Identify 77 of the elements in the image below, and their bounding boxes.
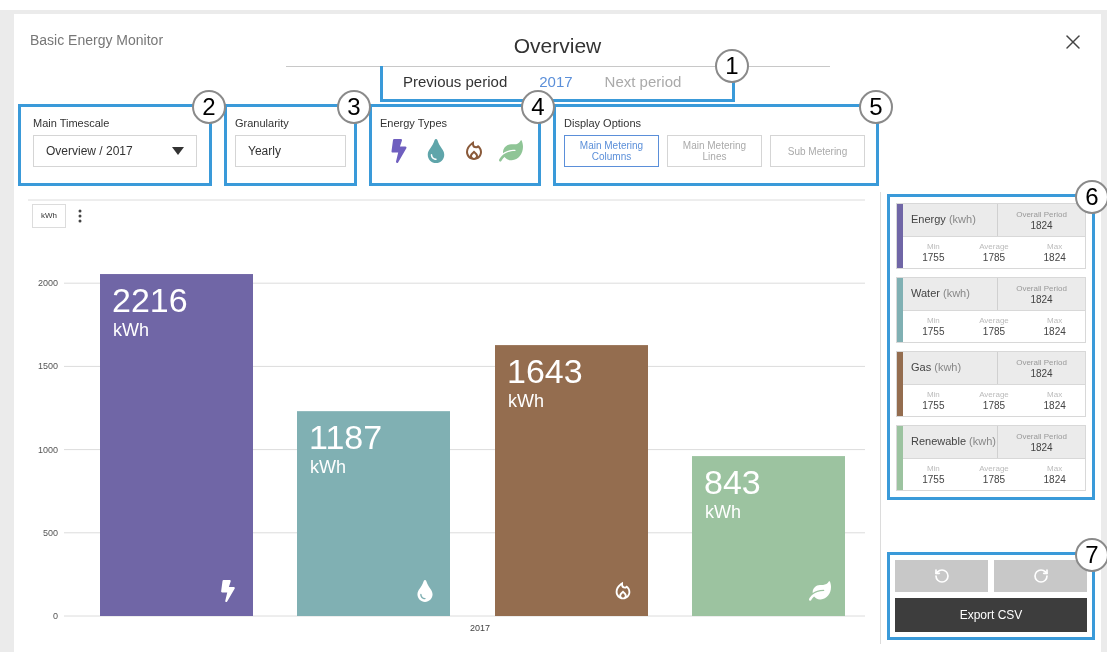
stat-value: 1785	[982, 326, 1006, 337]
stat-label: Min	[926, 389, 940, 400]
display-option-button[interactable]: Main Metering Columns	[564, 135, 659, 167]
callout-number: 7	[1075, 537, 1107, 572]
stat-value: 1785	[982, 474, 1006, 485]
caret-icon	[172, 147, 184, 155]
callout-number: 2	[192, 89, 226, 124]
undo-icon	[933, 567, 950, 584]
meter-name: Water (kwh)	[910, 286, 971, 302]
stat-value: 1755	[922, 400, 945, 411]
bar-value-label: 843	[704, 462, 761, 501]
previous-period-link[interactable]: Previous period	[403, 70, 508, 94]
callout-number: 6	[1075, 179, 1107, 214]
y-axis-label: 1500	[37, 360, 58, 371]
stat-label: Overall Period	[1016, 356, 1067, 368]
callout-number: 4	[521, 89, 555, 124]
field-label: Main Timescale	[33, 115, 111, 131]
current-period: 2017	[539, 71, 573, 92]
stat-value: 1824	[1030, 293, 1053, 305]
stat-value: 1824	[1043, 474, 1066, 485]
stat-value: 1824	[1043, 252, 1066, 263]
bar-value-label: 2216	[112, 280, 188, 319]
leaf-icon	[809, 580, 831, 601]
stat-label: Overall Period	[1016, 282, 1067, 294]
stat-value: 1785	[982, 252, 1006, 263]
granularity-field[interactable]: Yearly	[235, 135, 346, 167]
callout-number: 5	[859, 89, 893, 124]
stat-value: 1755	[922, 326, 945, 337]
stat-label: Min	[926, 315, 940, 326]
bar-unit-label: kWh	[508, 390, 544, 411]
field-label: Display Options	[564, 115, 643, 131]
stat-label: Average	[979, 463, 1009, 474]
stat-label: Max	[1047, 389, 1063, 400]
stat-value: 1785	[982, 400, 1006, 411]
bar-unit-label: kWh	[705, 501, 741, 522]
stat-label: Overall Period	[1016, 430, 1067, 442]
bar-value-label: 1187	[309, 417, 383, 456]
y-axis-label: 500	[42, 527, 58, 538]
stat-label: Min	[926, 241, 940, 252]
unit-button[interactable]: kWh	[32, 203, 66, 228]
bar-unit-label: kWh	[310, 456, 346, 477]
y-axis-label: 1000	[37, 444, 58, 455]
stat-label: Min	[926, 463, 940, 474]
timescale-dropdown[interactable]: Overview / 2017	[33, 135, 197, 167]
app-title: Basic Energy Monitor	[30, 31, 165, 50]
x-axis-label: 2017	[470, 622, 490, 633]
stat-value: 1824	[1043, 326, 1066, 337]
callout-number: 3	[337, 89, 371, 124]
stat-value: 1755	[922, 474, 945, 485]
field-label: Granularity	[235, 115, 290, 131]
y-axis-label: 0	[53, 610, 58, 621]
stat-value: 1824	[1030, 219, 1053, 231]
bolt-icon	[221, 579, 235, 602]
stat-value: 1824	[1043, 400, 1066, 411]
meter-name: Renewable (kwh)	[910, 434, 997, 450]
meter-name: Energy (kwh)	[910, 212, 977, 228]
callout-number: 1	[715, 48, 749, 83]
stat-value: 1824	[1030, 441, 1053, 453]
bar-value-label: 1643	[507, 351, 583, 390]
stat-value: 1755	[922, 252, 945, 263]
stat-label: Max	[1047, 315, 1063, 326]
redo-icon	[1032, 567, 1049, 584]
stat-label: Average	[979, 315, 1009, 326]
more-options-icon[interactable]	[78, 208, 82, 223]
water-drop-icon	[417, 579, 433, 602]
stat-label: Max	[1047, 241, 1063, 252]
field-label: Energy Types	[380, 115, 449, 131]
stat-label: Average	[979, 389, 1009, 400]
stat-value: 1824	[1030, 367, 1053, 379]
page-title: Overview	[513, 33, 602, 59]
bar-unit-label: kWh	[113, 319, 149, 340]
meter-name: Gas (kwh)	[910, 360, 963, 376]
stat-label: Average	[979, 241, 1009, 252]
stat-label: Overall Period	[1016, 208, 1067, 220]
export-csv-button[interactable]: Export CSV	[895, 597, 1087, 632]
y-axis-label: 2000	[37, 277, 58, 288]
stat-label: Max	[1047, 463, 1063, 474]
